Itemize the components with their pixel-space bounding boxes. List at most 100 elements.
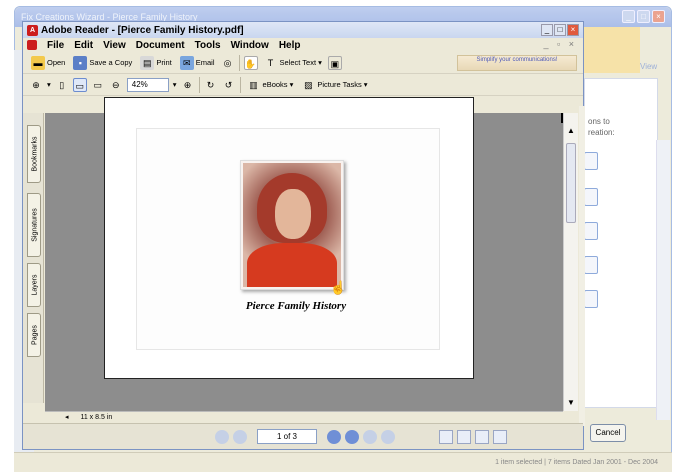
printer-icon: ▤ — [140, 55, 155, 70]
menu-file[interactable]: File — [47, 40, 64, 51]
folder-icon: ▬ — [31, 55, 45, 70]
zoom-plus-icon[interactable]: ⊕ — [181, 78, 195, 92]
wizard-option-button[interactable] — [584, 188, 598, 206]
fit-page-icon[interactable]: ▭ — [72, 77, 87, 92]
wizard-option-button[interactable] — [584, 290, 598, 308]
file-toolbar: ▬ Open ▪ Save a Copy ▤ Print ✉ Email ◎ ✋… — [23, 52, 583, 74]
wizard-status-bar: 1 item selected | 7 items Dated Jan 2001… — [14, 452, 672, 472]
rotate-icon[interactable]: ↻ — [204, 78, 218, 92]
binoculars-icon[interactable]: ◎ — [221, 56, 235, 70]
scroll-thumb[interactable] — [566, 143, 576, 223]
wizard-text-line: ons to — [588, 117, 610, 126]
document-caption: Pierce Family History — [245, 300, 347, 312]
single-page-icon[interactable] — [439, 429, 453, 444]
navigation-pane: Bookmarks Signatures Layers Pages — [23, 113, 44, 403]
tab-label: Bookmarks — [31, 136, 39, 172]
menu-help[interactable]: Help — [279, 40, 301, 51]
actual-size-icon[interactable]: ▯ — [55, 78, 69, 92]
tab-bookmarks[interactable]: Bookmarks — [27, 125, 41, 183]
continuous-icon[interactable] — [457, 429, 471, 444]
toolbar-separator — [238, 54, 240, 71]
first-page-icon[interactable] — [215, 429, 229, 444]
reader-title: Adobe Reader - [Pierce Family History.pd… — [41, 24, 244, 36]
picture-tasks-button[interactable]: ▨ Picture Tasks ▾ — [299, 77, 369, 93]
tab-label: Layers — [31, 274, 39, 296]
wizard-scrollbar[interactable] — [656, 140, 670, 420]
maximize-icon[interactable]: □ — [554, 24, 566, 36]
menu-edit[interactable]: Edit — [74, 40, 93, 51]
toolbar-separator — [239, 76, 241, 93]
previous-page-icon[interactable] — [233, 429, 247, 444]
tab-signatures[interactable]: Signatures — [27, 193, 41, 257]
cancel-button[interactable]: Cancel — [590, 424, 626, 442]
picture-icon: ▨ — [304, 79, 313, 90]
promo-banner[interactable]: Simplify your communications! — [457, 54, 577, 71]
scroll-left-icon[interactable]: ◂ — [65, 414, 69, 421]
print-button[interactable]: ▤ Print — [138, 55, 173, 71]
facing-icon[interactable] — [475, 429, 489, 444]
select-text-label: Select Text — [279, 58, 317, 67]
ebook-icon: ▥ — [249, 79, 258, 90]
chevron-down-icon: ▾ — [363, 80, 368, 89]
photo-shirt — [247, 243, 337, 287]
minimize-icon[interactable]: _ — [622, 10, 635, 23]
scroll-down-icon[interactable]: ▼ — [565, 397, 577, 409]
zoom-out-icon[interactable]: ⊖ — [109, 78, 123, 92]
wizard-header-banner — [584, 27, 640, 73]
vertical-scrollbar[interactable]: ▲ ▼ — [563, 113, 578, 411]
reader-title-bar: A Adobe Reader - [Pierce Family History.… — [23, 22, 583, 38]
chevron-down-icon[interactable]: ▾ — [173, 80, 177, 89]
open-button[interactable]: ▬ Open — [29, 55, 67, 71]
page-number-field[interactable]: 1 of 3 — [257, 429, 317, 444]
wizard-instructions: ons to reation: — [588, 116, 615, 138]
hand-tool-icon[interactable]: ✋ — [243, 55, 258, 70]
toolbar-separator — [198, 76, 200, 93]
wizard-view-link[interactable]: View — [640, 62, 657, 71]
select-text-button[interactable]: T Select Text ▾ — [262, 55, 324, 71]
continuous-facing-icon[interactable] — [493, 429, 507, 444]
last-page-icon[interactable] — [345, 429, 359, 444]
wizard-option-button[interactable] — [584, 256, 598, 274]
wizard-option-button[interactable] — [584, 222, 598, 240]
maximize-icon[interactable]: □ — [637, 10, 650, 23]
next-page-icon[interactable] — [327, 429, 341, 444]
tab-pages[interactable]: Pages — [27, 313, 41, 357]
portrait-photo — [240, 160, 344, 290]
previous-view-icon[interactable] — [363, 429, 377, 444]
menu-view[interactable]: View — [103, 40, 126, 51]
next-view-icon[interactable] — [381, 429, 395, 444]
menu-document[interactable]: Document — [136, 40, 185, 51]
ebooks-label: eBooks — [262, 80, 288, 89]
document-icon — [27, 40, 37, 50]
fit-width-icon[interactable]: ▭ — [91, 78, 105, 92]
wizard-option-button[interactable] — [584, 152, 598, 170]
chevron-down-icon[interactable]: ▾ — [47, 80, 51, 89]
scroll-up-icon[interactable]: ▲ — [565, 125, 577, 137]
tab-layers[interactable]: Layers — [27, 263, 41, 307]
print-label: Print — [156, 58, 172, 67]
minimize-icon[interactable]: _ — [541, 24, 553, 36]
rotate-ccw-icon[interactable]: ↺ — [222, 78, 236, 92]
close-icon[interactable]: × — [567, 24, 579, 36]
view-toolbar: ⊕ ▾ ▯ ▭ ▭ ⊖ 42% ▾ ⊕ ↻ ↺ ▥ eBooks ▾ ▨ Pic… — [23, 74, 583, 96]
adobe-logo-icon: A — [27, 24, 38, 36]
email-icon: ✉ — [179, 55, 194, 70]
email-button[interactable]: ✉ Email — [178, 55, 217, 71]
zoom-in-icon[interactable]: ⊕ — [29, 78, 43, 92]
close-icon[interactable]: × — [652, 10, 665, 23]
menu-window[interactable]: Window — [231, 40, 269, 51]
horizontal-scrollbar[interactable]: ◂ 11 x 8.5 in — [45, 411, 563, 423]
snapshot-icon[interactable]: ▣ — [327, 55, 342, 70]
document-window-controls[interactable]: _ ▫ × — [544, 39, 577, 49]
window-edge — [579, 106, 585, 426]
photo-face — [275, 189, 311, 239]
ebooks-button[interactable]: ▥ eBooks ▾ — [245, 77, 296, 93]
photo-image — [243, 163, 341, 287]
save-copy-button[interactable]: ▪ Save a Copy — [71, 55, 134, 71]
zoom-input[interactable]: 42% — [126, 77, 169, 92]
menu-bar: File Edit View Document Tools Window Hel… — [23, 38, 583, 52]
chevron-down-icon: ▾ — [289, 80, 294, 89]
save-icon: ▪ — [73, 55, 88, 70]
wizard-text-line: reation: — [588, 128, 615, 137]
menu-tools[interactable]: Tools — [195, 40, 221, 51]
